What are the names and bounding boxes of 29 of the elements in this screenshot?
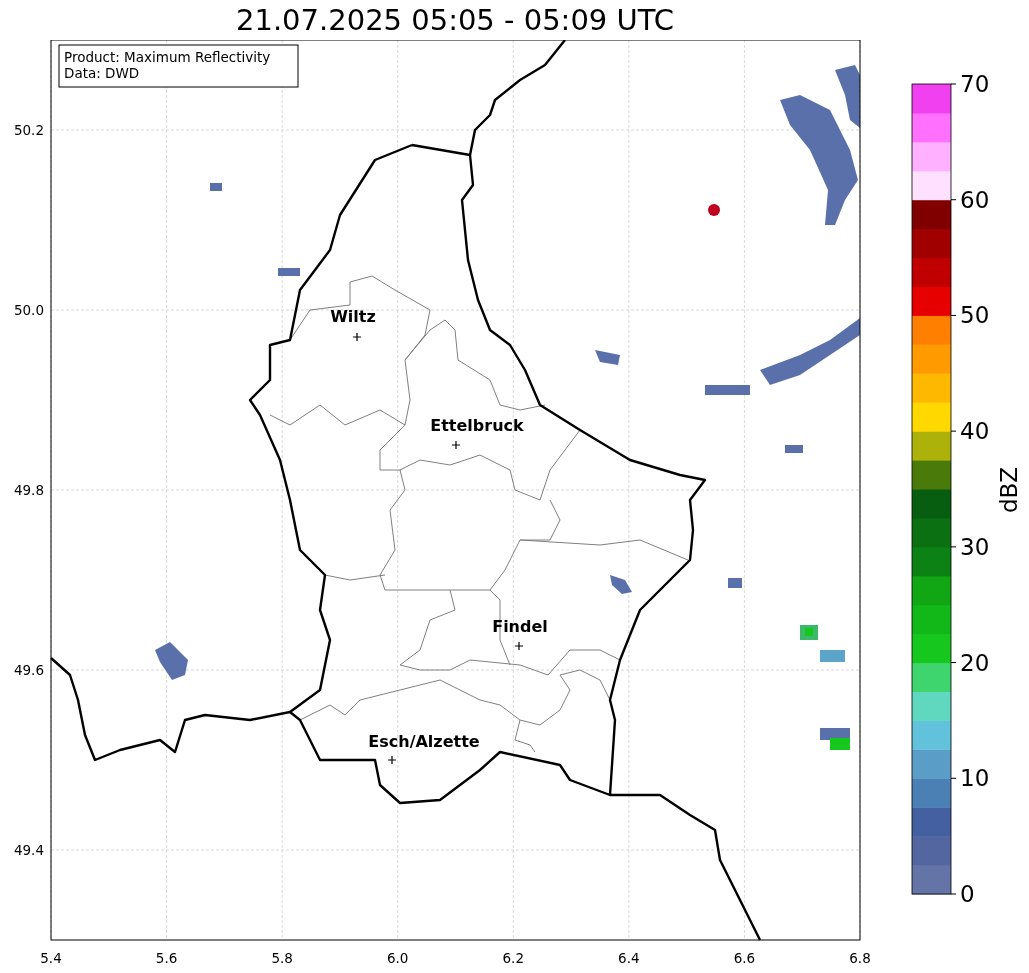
x-tick-label: 5.8 bbox=[271, 950, 293, 966]
colorbar-tick-label: 10 bbox=[960, 765, 990, 792]
city-label: Wiltz bbox=[330, 307, 376, 326]
info-text: Product: Maximum Reflectivity bbox=[64, 49, 271, 65]
y-tick-label: 49.6 bbox=[13, 662, 44, 678]
x-tick-label: 6.2 bbox=[502, 950, 525, 966]
colorbar-tick-label: 40 bbox=[960, 418, 990, 445]
colorbar-tick-label: 60 bbox=[960, 186, 990, 213]
chart-title: 21.07.2025 05:05 - 05:09 UTC bbox=[236, 5, 674, 35]
x-tick-label: 6.4 bbox=[618, 950, 640, 966]
colorbar-tick-label: 0 bbox=[960, 881, 975, 907]
x-tick-label: 6.8 bbox=[849, 950, 871, 966]
x-tick-label: 5.4 bbox=[40, 950, 62, 966]
colorbar-tick-label: 50 bbox=[960, 302, 990, 329]
x-tick-label: 6.0 bbox=[386, 950, 409, 966]
x-tick-label: 6.6 bbox=[733, 950, 756, 966]
info-text: Data: DWD bbox=[64, 65, 140, 81]
colorbar-tick-label: 20 bbox=[960, 649, 990, 676]
colorbar-label: dBZ bbox=[996, 466, 1022, 514]
colorbar-tick-label: 30 bbox=[960, 533, 990, 560]
x-tick-label: 5.6 bbox=[155, 950, 178, 966]
y-tick-label: 50.2 bbox=[13, 122, 44, 138]
y-tick-label: 49.4 bbox=[13, 842, 44, 858]
city-label: Findel bbox=[492, 617, 548, 636]
colorbar-tick-label: 70 bbox=[960, 71, 990, 97]
y-tick-label: 50.0 bbox=[13, 302, 44, 318]
y-tick-label: 49.8 bbox=[13, 482, 44, 498]
city-label: Ettelbruck bbox=[430, 416, 524, 435]
city-label: Esch/Alzette bbox=[368, 732, 480, 751]
